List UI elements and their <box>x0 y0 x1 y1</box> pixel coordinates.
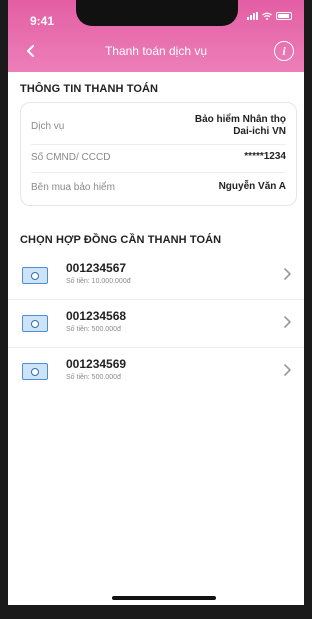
info-label: Bên mua bảo hiểm <box>31 181 115 193</box>
bezel-right <box>304 0 312 619</box>
wifi-icon <box>262 12 272 20</box>
header-bar: 9:41 Thanh toán dịch vụ i <box>8 0 304 72</box>
battery-icon <box>276 12 292 20</box>
info-value: *****1234 <box>244 151 286 162</box>
info-row-service: Dịch vụ Bảo hiểm Nhân thọ Dai-ichi VN <box>31 111 286 141</box>
money-icon <box>22 363 48 380</box>
contract-amount: Số tiền: 500.000đ <box>66 326 121 333</box>
money-icon <box>22 267 48 284</box>
bezel-left <box>0 0 8 619</box>
info-row-buyer: Bên mua bảo hiểm Nguyễn Văn A <box>31 179 286 195</box>
notch <box>76 0 238 26</box>
info-label: Dịch vụ <box>31 120 65 132</box>
bezel-bottom <box>0 605 312 619</box>
info-value-line2: Dai-ichi VN <box>233 126 286 137</box>
status-icons <box>247 12 292 20</box>
money-icon <box>22 315 48 332</box>
contracts-title: CHỌN HỢP ĐỒNG CẦN THANH TOÁN <box>20 234 222 246</box>
screen: 9:41 Thanh toán dịch vụ i THÔNG TIN THAN… <box>8 0 304 605</box>
chevron-left-icon <box>27 45 34 57</box>
chevron-right-icon <box>284 364 291 376</box>
payment-info-title: THÔNG TIN THANH TOÁN <box>20 83 159 95</box>
contract-item[interactable]: 001234569 Số tiền: 500.000đ <box>8 346 304 396</box>
contract-item[interactable]: 001234568 Số tiền: 500.000đ <box>8 298 304 348</box>
status-time: 9:41 <box>30 14 55 28</box>
info-row-id: Số CMND/ CCCD *****1234 <box>31 149 286 165</box>
payment-info-card: Dịch vụ Bảo hiểm Nhân thọ Dai-ichi VN Số… <box>20 102 297 206</box>
contract-number: 001234569 <box>66 357 127 371</box>
page-title: Thanh toán dịch vụ <box>104 44 208 58</box>
signal-icon <box>247 12 258 20</box>
contract-number: 001234567 <box>66 261 127 275</box>
info-button[interactable]: i <box>274 41 294 61</box>
back-button[interactable] <box>20 40 42 62</box>
chevron-right-icon <box>284 316 291 328</box>
divider <box>31 172 286 173</box>
contract-item[interactable]: 001234567 Số tiền: 10.000.000đ <box>8 250 304 300</box>
contract-amount: Số tiền: 10.000.000đ <box>66 278 131 285</box>
phone-frame: 9:41 Thanh toán dịch vụ i THÔNG TIN THAN… <box>0 0 312 619</box>
chevron-right-icon <box>284 268 291 280</box>
info-value: Nguyễn Văn A <box>218 181 286 192</box>
info-label: Số CMND/ CCCD <box>31 151 111 163</box>
divider <box>31 144 286 145</box>
info-value: Bảo hiểm Nhân thọ Dai-ichi VN <box>195 114 286 138</box>
home-indicator[interactable] <box>112 596 216 600</box>
info-icon: i <box>282 43 286 58</box>
contract-amount: Số tiền: 500.000đ <box>66 374 121 381</box>
info-value-line1: Bảo hiểm Nhân thọ <box>194 114 286 125</box>
contract-number: 001234568 <box>66 309 127 323</box>
